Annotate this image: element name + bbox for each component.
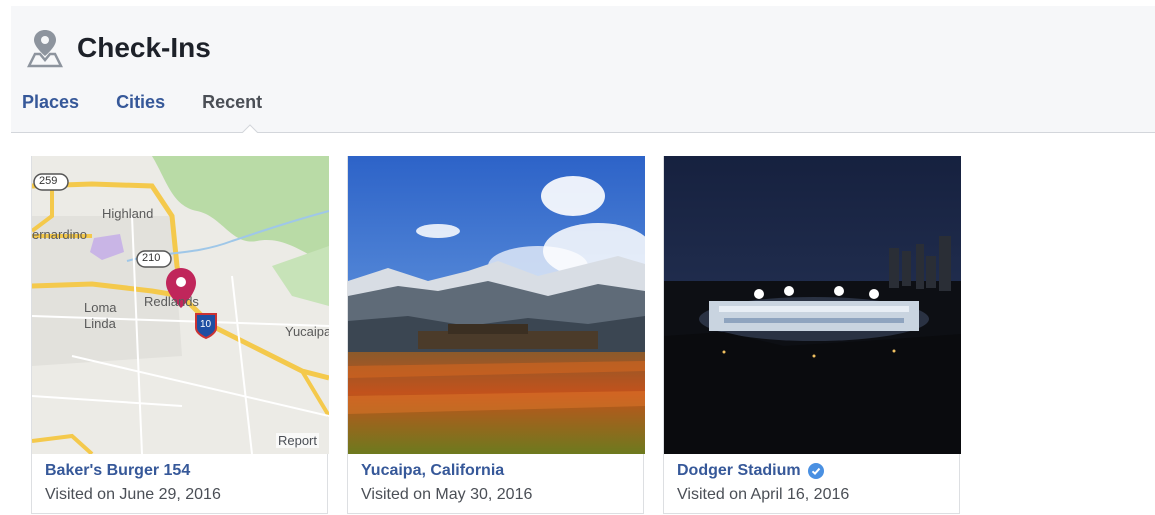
checkin-cards: Highland ernardino Loma Linda Redlands Y… [31,156,979,514]
place-photo[interactable] [348,156,645,454]
stadium-night-photo [664,156,961,454]
location-pin-person-icon [27,30,63,68]
active-tab-caret [242,124,258,133]
place-photo[interactable] [664,156,961,454]
highway-number: 210 [142,252,161,264]
checkin-card[interactable]: Dodger Stadium Visited on April 16, 2016 [663,156,961,514]
visit-date: Visited on April 16, 2016 [677,486,850,503]
place-name[interactable]: Yucaipa, California [361,462,504,480]
highway-number: 259 [39,175,58,187]
checkin-card[interactable]: Yucaipa, California Visited on May 30, 2… [347,156,645,514]
checkin-card[interactable]: Highland ernardino Loma Linda Redlands Y… [31,156,329,514]
mountain-landscape-photo [348,156,645,454]
map-label: ernardino [32,227,87,242]
place-name[interactable]: Baker's Burger 154 [45,462,190,480]
card-body: Yucaipa, California Visited on May 30, 2… [348,454,643,512]
visit-date: Visited on May 30, 2016 [361,486,533,503]
map-label: Linda [84,316,116,331]
place-name[interactable]: Dodger Stadium [677,462,801,480]
title-row: Check-Ins [27,28,211,68]
tab-bar: Places Cities Recent [22,92,299,113]
map-label: Yucaipa [285,324,329,339]
map-label: Highland [102,206,154,221]
map-label: Loma [84,300,117,315]
verified-badge-icon [807,463,824,479]
card-body: Baker's Burger 154 Visited on June 29, 2… [32,454,327,512]
tab-recent[interactable]: Recent [202,92,262,113]
map-thumbnail[interactable]: Highland ernardino Loma Linda Redlands Y… [32,156,329,454]
map-report-link[interactable]: Report [275,433,319,448]
place-name-link[interactable]: Baker's Burger 154 [45,462,314,480]
tab-places[interactable]: Places [22,92,79,113]
checkins-header: Check-Ins Places Cities Recent [11,6,1155,133]
highway-number: 10 [200,319,212,330]
visit-date: Visited on June 29, 2016 [45,486,221,503]
map-label: Redlands [144,294,199,309]
page-title: Check-Ins [77,32,211,63]
tab-cities[interactable]: Cities [116,92,165,113]
place-name-link[interactable]: Dodger Stadium [677,462,946,480]
card-body: Dodger Stadium Visited on April 16, 2016 [664,454,959,512]
place-name-link[interactable]: Yucaipa, California [361,462,630,480]
